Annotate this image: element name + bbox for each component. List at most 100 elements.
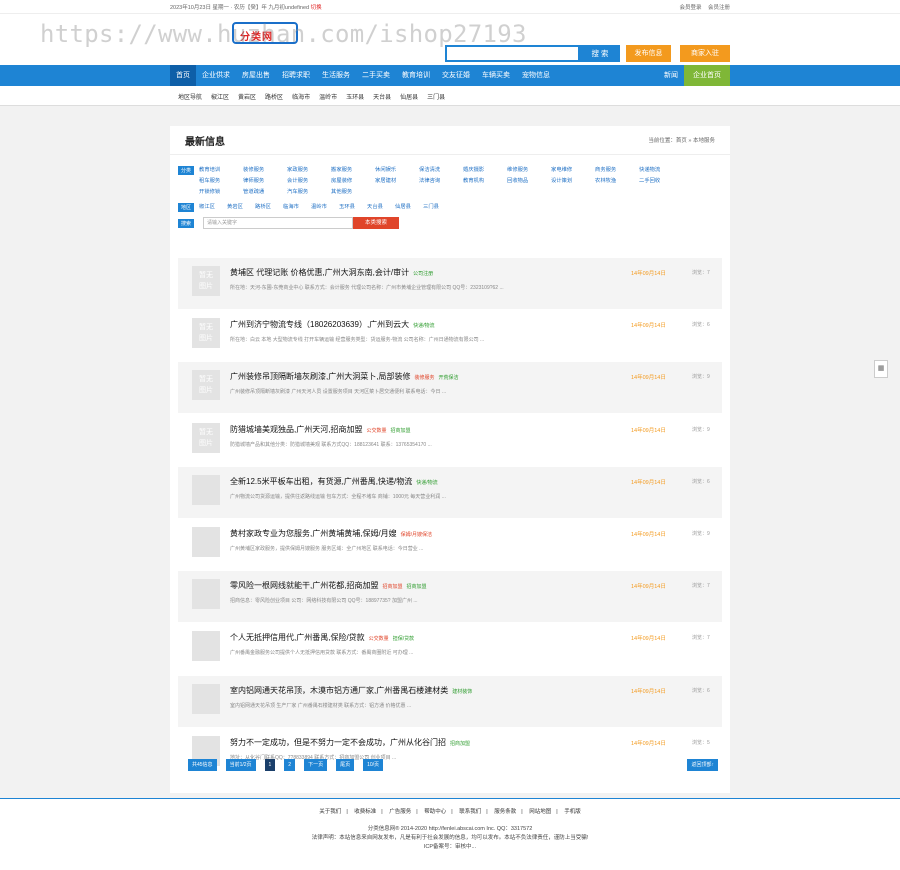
category-badge[interactable]: 招商加盟 [382, 584, 402, 590]
thumbnail-image[interactable] [192, 526, 220, 557]
listing-title[interactable]: 黄埔区 代理记账 价格优惠,广州大洞东南,会计/审计 公司注册 [230, 267, 433, 278]
area-filter-link[interactable]: 玉环县 [339, 202, 367, 213]
nav-item-company-home[interactable]: 企业首页 [684, 65, 730, 86]
category-link[interactable]: 家政服务 [287, 165, 331, 176]
listing-title[interactable]: 防猎城墙美观独品,广州天河,招商加盟 公交数量 招商加盟 [230, 424, 410, 435]
last-page-button[interactable]: 尾页 [336, 759, 355, 771]
category-link[interactable]: 家居建材 [375, 176, 419, 187]
list-item[interactable]: 零风险一根网线就能干,广州花都,招商加盟 招商加盟 招商加盟 招商信息：零风险创业项目… [178, 571, 722, 623]
category-link[interactable]: 家电维修 [551, 165, 595, 176]
category-link[interactable]: 法律咨询 [419, 176, 463, 187]
nav-item-education[interactable]: 教育培训 [396, 65, 436, 86]
footer-link[interactable]: 联系我们 [459, 809, 481, 815]
back-to-top-button[interactable]: 返回顶部↑ [687, 759, 718, 771]
category-badge[interactable]: 招商加盟 [450, 741, 470, 747]
category-link[interactable]: 农林牧渔 [595, 176, 639, 187]
category-link[interactable]: 回收物品 [507, 176, 551, 187]
listing-title-text[interactable]: 全新12.5米平板车出租，有货源,广州番禺,快递/物流 [230, 477, 412, 486]
category-link[interactable]: 律师服务 [243, 176, 287, 187]
area-filter-link[interactable]: 临海市 [283, 202, 311, 213]
category-badge[interactable]: 招商加盟 [406, 584, 426, 590]
area-filter-link[interactable]: 路桥区 [255, 202, 283, 213]
category-link[interactable]: 保洁清洗 [419, 165, 463, 176]
listing-title[interactable]: 广州到济宁物流专线（18026203639）,广州到云大 快递/物流 [230, 319, 435, 330]
category-link[interactable]: 其他服务 [331, 187, 375, 198]
area-link[interactable]: 玉环县 [346, 92, 364, 101]
area-link[interactable]: 温岭市 [319, 92, 337, 101]
list-item[interactable]: 努力不一定成功，但是不努力一定不会成功，广州从化谷门招 招商加盟 地址：从化谷门联系… [178, 727, 722, 779]
category-badge[interactable]: 开荒保洁 [438, 375, 458, 381]
nav-item-vehicles[interactable]: 车辆买卖 [476, 65, 516, 86]
thumbnail-image[interactable] [192, 474, 220, 505]
listing-title[interactable]: 广州装修吊顶隔断墙灰刷漆,广州大洞菜卜,局部装修 装修服务 开荒保洁 [230, 371, 458, 382]
search-input[interactable] [447, 47, 578, 60]
no-image-placeholder[interactable]: 暂无 图片 [192, 422, 220, 453]
nav-item-home[interactable]: 首页 [170, 65, 196, 86]
area-filter-link[interactable]: 温岭市 [311, 202, 339, 213]
page-1-button[interactable]: 1 [264, 759, 276, 771]
nav-item-second-hand[interactable]: 二手买卖 [356, 65, 396, 86]
nav-item-housing[interactable]: 房屋出售 [236, 65, 276, 86]
category-link[interactable]: 设计策划 [551, 176, 595, 187]
category-search-button[interactable]: 本类搜索 [353, 217, 400, 229]
area-filter-link[interactable]: 天台县 [367, 202, 395, 213]
category-badge[interactable]: 保姆/月嫂保洁 [401, 532, 432, 538]
listing-title[interactable]: 努力不一定成功，但是不努力一定不会成功，广州从化谷门招 招商加盟 [230, 737, 470, 748]
page-2-button[interactable]: 2 [284, 759, 296, 771]
list-item[interactable]: 暂无 图片 广州装修吊顶隔断墙灰刷漆,广州大洞菜卜,局部装修 装修服务 开荒保洁 广州装… [178, 362, 722, 414]
category-link[interactable]: 休闲娱乐 [375, 165, 419, 176]
no-image-placeholder[interactable]: 暂无 图片 [192, 318, 220, 349]
area-link[interactable]: 仙居县 [400, 92, 418, 101]
category-link[interactable]: 搬家服务 [331, 165, 375, 176]
area-filter-link[interactable]: 椒江区 [199, 202, 227, 213]
nav-item-business[interactable]: 企业供求 [196, 65, 236, 86]
keyword-input[interactable]: 请输入关键字 [203, 217, 354, 229]
post-info-button[interactable]: 发布信息 [626, 45, 671, 62]
area-filter-link[interactable]: 三门县 [423, 202, 451, 213]
category-badge[interactable]: 担保/贷款 [393, 636, 414, 642]
login-link[interactable]: 会员登录 [679, 5, 701, 11]
area-filter-link[interactable]: 仙居县 [395, 202, 423, 213]
listing-title[interactable]: 全新12.5米平板车出租，有货源,广州番禺,快递/物流 快递/物流 [230, 476, 438, 487]
category-link[interactable]: 管道疏通 [243, 187, 287, 198]
category-badge[interactable]: 公交数量 [369, 636, 389, 642]
footer-link[interactable]: 关于我们 [319, 809, 341, 815]
per-page-select[interactable]: 10/页 [363, 759, 384, 771]
nav-item-life-services[interactable]: 生活服务 [316, 65, 356, 86]
category-link[interactable]: 会计服务 [287, 176, 331, 187]
area-link[interactable]: 三门县 [427, 92, 445, 101]
nav-item-news[interactable]: 新闻 [658, 65, 684, 86]
footer-link[interactable]: 手机版 [564, 809, 581, 815]
footer-link[interactable]: 服务条款 [494, 809, 516, 815]
footer-link[interactable]: 帮助中心 [424, 809, 446, 815]
listing-title-text[interactable]: 广州装修吊顶隔断墙灰刷漆,广州大洞菜卜,局部装修 [230, 372, 410, 381]
category-link[interactable]: 装修服务 [243, 165, 287, 176]
listing-title-text[interactable]: 零风险一根网线就能干,广州花都,招商加盟 [230, 581, 378, 590]
side-float-icon[interactable]: ▦ [874, 360, 888, 378]
category-link[interactable]: 汽车服务 [287, 187, 331, 198]
listing-title-text[interactable]: 黄村家政专业为您服务,广州黄埔黄埔,保姆/月嫂 [230, 529, 397, 538]
footer-link[interactable]: 网站地图 [529, 809, 551, 815]
nav-item-pets[interactable]: 宠物信息 [516, 65, 556, 86]
listing-title[interactable]: 黄村家政专业为您服务,广州黄埔黄埔,保姆/月嫂 保姆/月嫂保洁 [230, 528, 432, 539]
category-link[interactable]: 教育培训 [199, 165, 243, 176]
listing-title-text[interactable]: 防猎城墙美观独品,广州天河,招商加盟 [230, 425, 362, 434]
area-link[interactable]: 天台县 [373, 92, 391, 101]
merchant-join-button[interactable]: 商家入驻 [680, 45, 730, 62]
next-page-button[interactable]: 下一页 [304, 759, 328, 771]
category-link[interactable]: 快递物流 [639, 165, 683, 176]
thumbnail-image[interactable] [192, 631, 220, 662]
category-link[interactable]: 二手回收 [639, 176, 683, 187]
area-link[interactable]: 椒江区 [211, 92, 229, 101]
category-badge[interactable]: 快递/物流 [416, 480, 437, 486]
category-badge[interactable]: 快递/物流 [413, 323, 434, 329]
category-link[interactable]: 房屋装修 [331, 176, 375, 187]
list-item[interactable]: 黄村家政专业为您服务,广州黄埔黄埔,保姆/月嫂 保姆/月嫂保洁 广州黄埔区家政服务，… [178, 518, 722, 570]
no-image-placeholder[interactable]: 暂无 图片 [192, 266, 220, 296]
category-badge[interactable]: 公司注册 [413, 271, 433, 277]
listing-title[interactable]: 室内铝网通天花吊顶，木漠市铝方通厂家,广州番禺石楼建材类 建材装饰 [230, 685, 472, 696]
list-item[interactable]: 暂无 图片 黄埔区 代理记账 价格优惠,广州大洞东南,会计/审计 公司注册 所在地：天… [178, 258, 722, 309]
thumbnail-image[interactable] [192, 579, 220, 610]
nav-item-dating[interactable]: 交友征婚 [436, 65, 476, 86]
list-item[interactable]: 暂无 图片 广州到济宁物流专线（18026203639）,广州到云大 快递/物流 所在… [178, 310, 722, 362]
